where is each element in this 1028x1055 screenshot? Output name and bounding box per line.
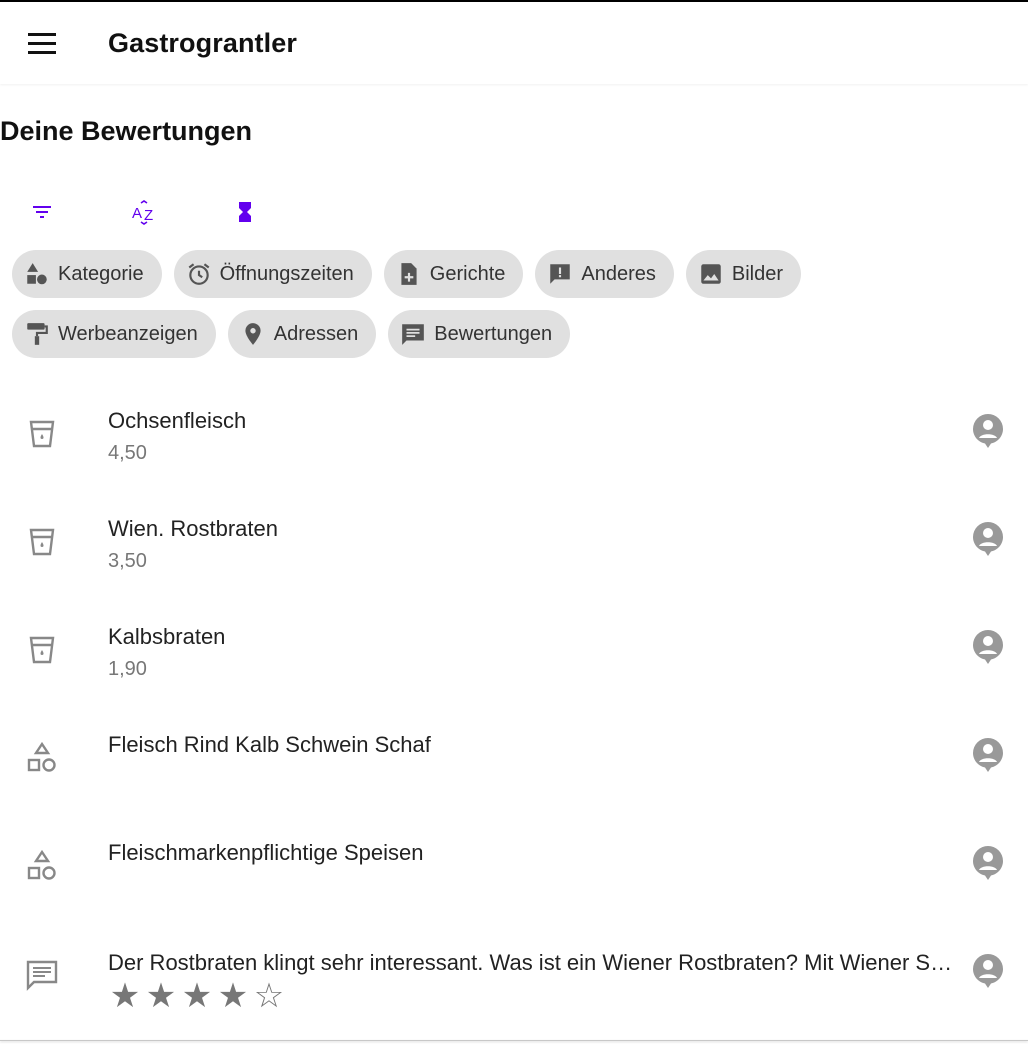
- category-icon: [27, 263, 47, 285]
- star-filled-icon: ★: [217, 977, 249, 1015]
- list-item[interactable]: Der Rostbraten klingt sehr interessant. …: [0, 908, 1028, 1016]
- list-item[interactable]: Fleisch Rind Kalb Schwein Schaf: [0, 692, 1028, 800]
- dish-cup-icon: [29, 420, 55, 448]
- sort-alpha-button[interactable]: A Z: [124, 192, 164, 232]
- chip-anderes[interactable]: Anderes: [535, 250, 674, 298]
- chip-oeffnungszeiten[interactable]: Öffnungszeiten: [173, 250, 372, 298]
- chip-row-2: Werbeanzeigen Adressen Bewertungen: [12, 310, 1012, 358]
- item-price: 1,90: [108, 658, 147, 680]
- svg-text:Z: Z: [144, 207, 153, 224]
- account-pin-icon[interactable]: [970, 736, 1006, 774]
- chip-label: Gerichte: [429, 262, 506, 285]
- chip-label: Werbeanzeigen: [58, 322, 198, 345]
- chip-label: Kategorie: [58, 262, 144, 285]
- review-list: Ochsenfleisch 4,50 Wien. Rostbraten 3,50…: [0, 368, 1028, 1016]
- sort-time-button[interactable]: [225, 192, 265, 232]
- menu-icon: [28, 33, 56, 54]
- app-title: Gastrograntler: [108, 28, 297, 58]
- list-item[interactable]: Ochsenfleisch 4,50: [0, 368, 1028, 476]
- category-outline-icon: [27, 741, 56, 772]
- chip-label: Bewertungen: [434, 322, 553, 345]
- note-add-icon: [401, 263, 417, 285]
- star-empty-icon: ☆: [253, 977, 285, 1015]
- account-pin-icon[interactable]: [970, 412, 1006, 450]
- item-price: 4,50: [108, 442, 147, 464]
- filter-list-icon: [33, 206, 51, 218]
- chip-bilder[interactable]: Bilder: [685, 250, 802, 298]
- feedback-icon: [550, 264, 571, 284]
- dish-cup-icon: [29, 636, 55, 664]
- menu-button[interactable]: [20, 22, 64, 66]
- paint-roller-icon: [27, 323, 48, 345]
- item-price: 3,50: [108, 550, 147, 572]
- chip-gerichte[interactable]: Gerichte: [383, 250, 524, 298]
- chip-label: Anderes: [581, 262, 656, 285]
- filter-chips: Kategorie Öffnungszeiten Gerichte Andere…: [12, 250, 1012, 370]
- image-icon: [701, 264, 721, 284]
- account-pin-icon[interactable]: [970, 844, 1006, 882]
- chip-label: Bilder: [731, 262, 784, 285]
- account-pin-icon[interactable]: [970, 628, 1006, 666]
- star-rating: ★ ★ ★ ★ ☆: [108, 978, 286, 1014]
- chip-adressen[interactable]: Adressen: [227, 310, 377, 358]
- item-title: Wien. Rostbraten: [108, 516, 278, 541]
- star-filled-icon: ★: [145, 977, 177, 1015]
- place-icon: [245, 323, 261, 345]
- svg-text:A: A: [132, 205, 142, 222]
- app-bar: Gastrograntler: [0, 2, 1028, 84]
- item-title: Kalbsbraten: [108, 624, 226, 649]
- hourglass-icon: [239, 202, 251, 222]
- item-title: Fleischmarkenpflichtige Speisen: [108, 840, 424, 865]
- item-title: Ochsenfleisch: [108, 408, 247, 433]
- page-title: Deine Bewertungen: [0, 116, 253, 146]
- list-item[interactable]: Kalbsbraten 1,90: [0, 584, 1028, 692]
- list-item[interactable]: Wien. Rostbraten 3,50: [0, 476, 1028, 584]
- chip-bewertungen[interactable]: Bewertungen: [388, 310, 571, 358]
- star-filled-icon: ★: [109, 977, 141, 1015]
- star-filled-icon: ★: [181, 977, 213, 1015]
- list-bottom-divider: [0, 1040, 1028, 1041]
- chip-row-1: Kategorie Öffnungszeiten Gerichte Andere…: [12, 250, 1012, 298]
- comment-outline-icon: [26, 960, 58, 991]
- chip-label: Adressen: [273, 322, 359, 345]
- chip-werbeanzeigen[interactable]: Werbeanzeigen: [12, 310, 216, 358]
- item-title: Fleisch Rind Kalb Schwein Schaf: [108, 732, 431, 757]
- sort-az-icon: A Z: [132, 200, 153, 225]
- item-title: Der Rostbraten klingt sehr interessant. …: [108, 950, 960, 975]
- alarm-icon: [188, 263, 210, 285]
- account-pin-icon[interactable]: [970, 952, 1006, 990]
- chip-label: Öffnungszeiten: [219, 262, 354, 285]
- category-outline-icon: [27, 849, 56, 880]
- dish-cup-icon: [29, 528, 55, 556]
- account-pin-icon[interactable]: [970, 520, 1006, 558]
- list-item[interactable]: Fleischmarkenpflichtige Speisen: [0, 800, 1028, 908]
- chip-kategorie[interactable]: Kategorie: [12, 250, 162, 298]
- filter-button[interactable]: [22, 192, 62, 232]
- comment-icon: [402, 324, 425, 345]
